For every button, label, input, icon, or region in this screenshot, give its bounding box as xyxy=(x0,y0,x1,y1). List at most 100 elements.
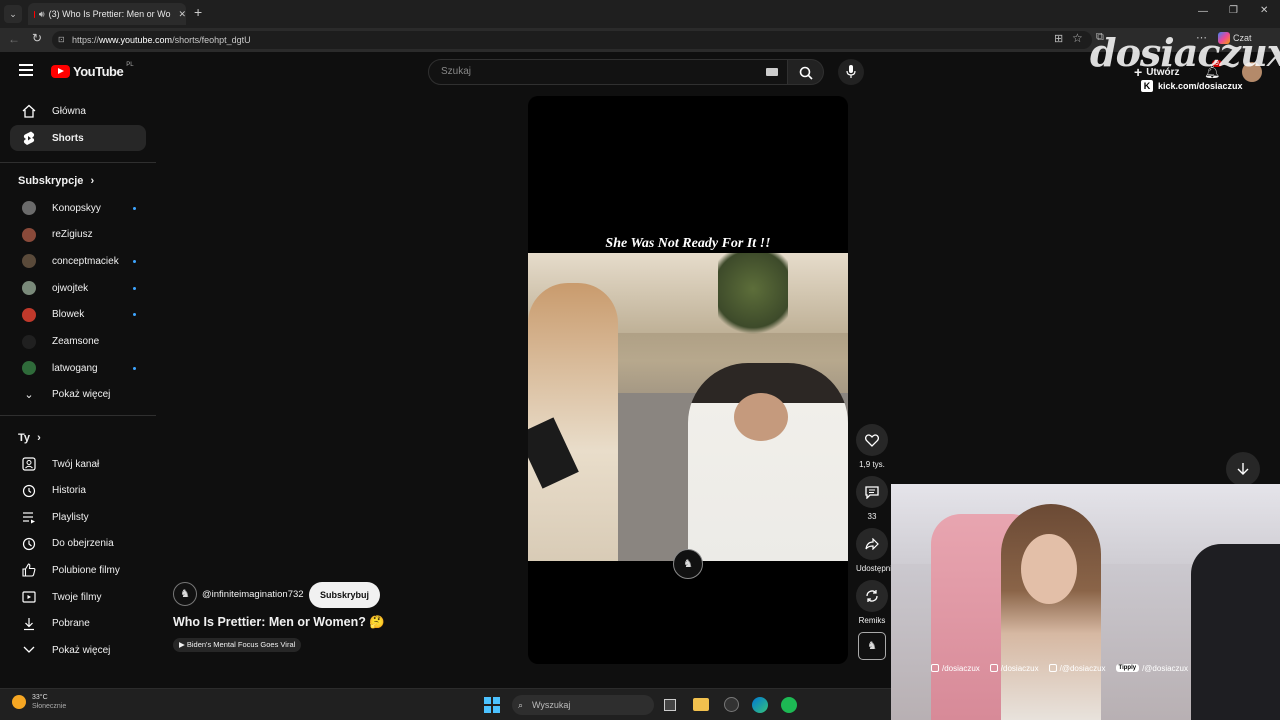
sidebar-item-thumb-up[interactable]: Polubione filmy xyxy=(10,557,146,583)
search-button[interactable] xyxy=(788,59,824,85)
minimize-button[interactable]: — xyxy=(1198,6,1208,17)
sidebar-item-home[interactable]: Główna xyxy=(10,98,146,124)
windows-taskbar: 33°C Słonecznie Wyszukaj ⌕ xyxy=(0,688,891,720)
subscriptions-heading[interactable]: Subskrypcje › xyxy=(18,175,94,187)
channel-handle[interactable]: @infiniteimagination732 xyxy=(202,589,304,600)
sidebar-subscription-item[interactable]: latwogang xyxy=(10,355,146,381)
new-content-dot xyxy=(133,206,136,210)
channel-icon xyxy=(18,456,40,472)
split-view-icon[interactable]: ⊞ xyxy=(1054,32,1063,45)
comment-button[interactable] xyxy=(856,476,888,508)
short-video-player[interactable]: She Was Not Ready For It !! ♞ xyxy=(528,96,848,664)
keyboard-icon[interactable] xyxy=(766,68,778,76)
weather-condition: Słonecznie xyxy=(32,703,67,710)
weather-widget[interactable]: 33°C Słonecznie xyxy=(12,693,66,711)
new-content-dot xyxy=(133,286,136,290)
heart-icon xyxy=(865,433,879,447)
sidebar-subscription-item[interactable]: Konopskyy xyxy=(10,195,146,221)
channel-avatar-icon xyxy=(18,253,40,269)
shorts-icon xyxy=(18,130,40,146)
start-button[interactable] xyxy=(484,697,500,713)
like-button[interactable] xyxy=(856,424,888,456)
restore-button[interactable]: ❐ xyxy=(1229,5,1238,16)
close-tab-icon[interactable]: ✕ xyxy=(178,9,186,20)
sidebar-item-download[interactable]: Pobrane xyxy=(10,611,146,637)
sidebar-item-video[interactable]: Twoje filmy xyxy=(10,584,146,610)
sidebar-item-label: conceptmaciek xyxy=(52,255,119,267)
sound-source-thumbnail[interactable]: ♞ xyxy=(858,632,886,660)
streamer-brand-logo: dosiaczux xyxy=(1090,30,1280,75)
youtube-logo[interactable]: YouTube PL xyxy=(51,62,134,79)
chevron-down-icon: ⌄ xyxy=(24,388,34,401)
app-icon-dark[interactable] xyxy=(724,697,739,712)
sidebar-subscription-item[interactable]: Zeamsone xyxy=(10,329,146,355)
sidebar-item-chevron-down[interactable]: Pokaż więcej xyxy=(10,637,146,663)
next-short-button[interactable] xyxy=(1226,452,1260,486)
browser-tab-bar: ⌄ 🔊︎ (3) Who Is Prettier: Men or Wo ✕ + … xyxy=(0,0,1280,28)
hamburger-menu-icon[interactable] xyxy=(19,64,33,76)
share-action[interactable]: Udostępnij xyxy=(856,528,894,573)
browser-tab[interactable]: 🔊︎ (3) Who Is Prettier: Men or Wo ✕ xyxy=(28,3,186,25)
youtube-icon xyxy=(1048,664,1057,672)
search-input[interactable]: Szukaj xyxy=(428,59,788,85)
sidebar-item-playlist[interactable]: Playlisty xyxy=(10,504,146,530)
task-view-icon[interactable] xyxy=(664,699,676,711)
instagram-icon xyxy=(931,664,939,672)
sidebar-show-more-subscriptions[interactable]: ⌄ Pokaż więcej xyxy=(10,381,146,407)
reload-icon[interactable]: ↻ xyxy=(32,31,42,45)
home-icon xyxy=(18,103,40,119)
sidebar-subscription-item[interactable]: Blowek xyxy=(10,302,146,328)
sidebar-item-channel[interactable]: Twój kanał xyxy=(10,451,146,477)
temperature: 33°C xyxy=(32,694,48,701)
search-icon xyxy=(799,66,813,80)
spotify-icon[interactable] xyxy=(781,697,797,713)
sidebar-item-label: Twoje filmy xyxy=(52,591,102,603)
sidebar-item-label: Pokaż więcej xyxy=(52,644,111,656)
sidebar-item-clock[interactable]: Do obejrzenia xyxy=(10,531,146,557)
remix-button[interactable] xyxy=(856,580,888,612)
webcam-overlay: /dosiaczux/dosiaczux /@dosiaczux Tipply/@d… xyxy=(891,484,1280,720)
back-icon[interactable]: ← xyxy=(8,32,20,46)
lock-icon: ⊡ xyxy=(58,35,65,44)
close-window-button[interactable]: ✕ xyxy=(1260,5,1268,16)
subscribe-button[interactable]: Subskrybuj xyxy=(309,582,381,608)
thumb-up-icon xyxy=(18,562,40,578)
sidebar-subscription-item[interactable]: conceptmaciek xyxy=(10,248,146,274)
sidebar-item-label: Konopskyy xyxy=(52,202,101,214)
favorite-star-icon[interactable]: ☆ xyxy=(1072,31,1083,45)
video-frame xyxy=(528,253,848,561)
tipply-icon: Tipply xyxy=(1115,664,1140,672)
url-field[interactable]: ⊡ https://www.youtube.com/shorts/feohpt_… xyxy=(52,31,1092,49)
taskbar-search-input[interactable]: Wyszukaj xyxy=(512,695,654,715)
channel-avatar[interactable]: ♞ xyxy=(173,582,197,606)
remix-action[interactable]: Remiks xyxy=(856,580,888,625)
new-content-dot xyxy=(133,366,136,370)
share-button[interactable] xyxy=(856,528,888,560)
speaker-icon[interactable]: 🔊︎ xyxy=(39,9,45,20)
channel-avatar-icon xyxy=(18,200,40,216)
voice-search-button[interactable] xyxy=(838,59,864,85)
social-handles-bar: /dosiaczux/dosiaczux /@dosiaczux Tipply/@d… xyxy=(891,660,1280,676)
you-heading[interactable]: Ty › xyxy=(18,432,41,444)
file-explorer-icon[interactable] xyxy=(693,698,709,711)
kick-icon: K xyxy=(1141,80,1153,92)
sidebar-item-label: reZigiusz xyxy=(52,229,93,241)
social-handle: /dosiaczux xyxy=(989,664,1039,673)
sidebar-subscription-item[interactable]: ojwojtek xyxy=(10,275,146,301)
sidebar-item-history[interactable]: Historia xyxy=(10,478,146,504)
like-action[interactable]: 1,9 tys. xyxy=(856,424,888,469)
related-video-chip[interactable]: ▶ Biden's Mental Focus Goes Viral xyxy=(173,638,302,652)
sidebar-subscription-item[interactable]: reZigiusz xyxy=(10,222,146,248)
remix-label: Remiks xyxy=(858,616,886,625)
new-tab-button[interactable]: + xyxy=(194,4,202,20)
tab-list-button[interactable]: ⌄ xyxy=(4,5,22,23)
logo-text: YouTube xyxy=(73,64,124,79)
channel-avatar-icon xyxy=(18,227,40,243)
channel-badge-icon[interactable]: ♞ xyxy=(673,549,703,579)
address-bar-row: ← ↻ ⊡ https://www.youtube.com/shorts/feo… xyxy=(0,28,1280,52)
edge-browser-icon[interactable] xyxy=(752,697,768,713)
comment-action[interactable]: 33 xyxy=(856,476,888,521)
sidebar-item-shorts[interactable]: Shorts xyxy=(10,125,146,151)
channel-avatar-icon xyxy=(18,360,40,376)
social-handle: /@dosiaczux xyxy=(1048,664,1106,673)
